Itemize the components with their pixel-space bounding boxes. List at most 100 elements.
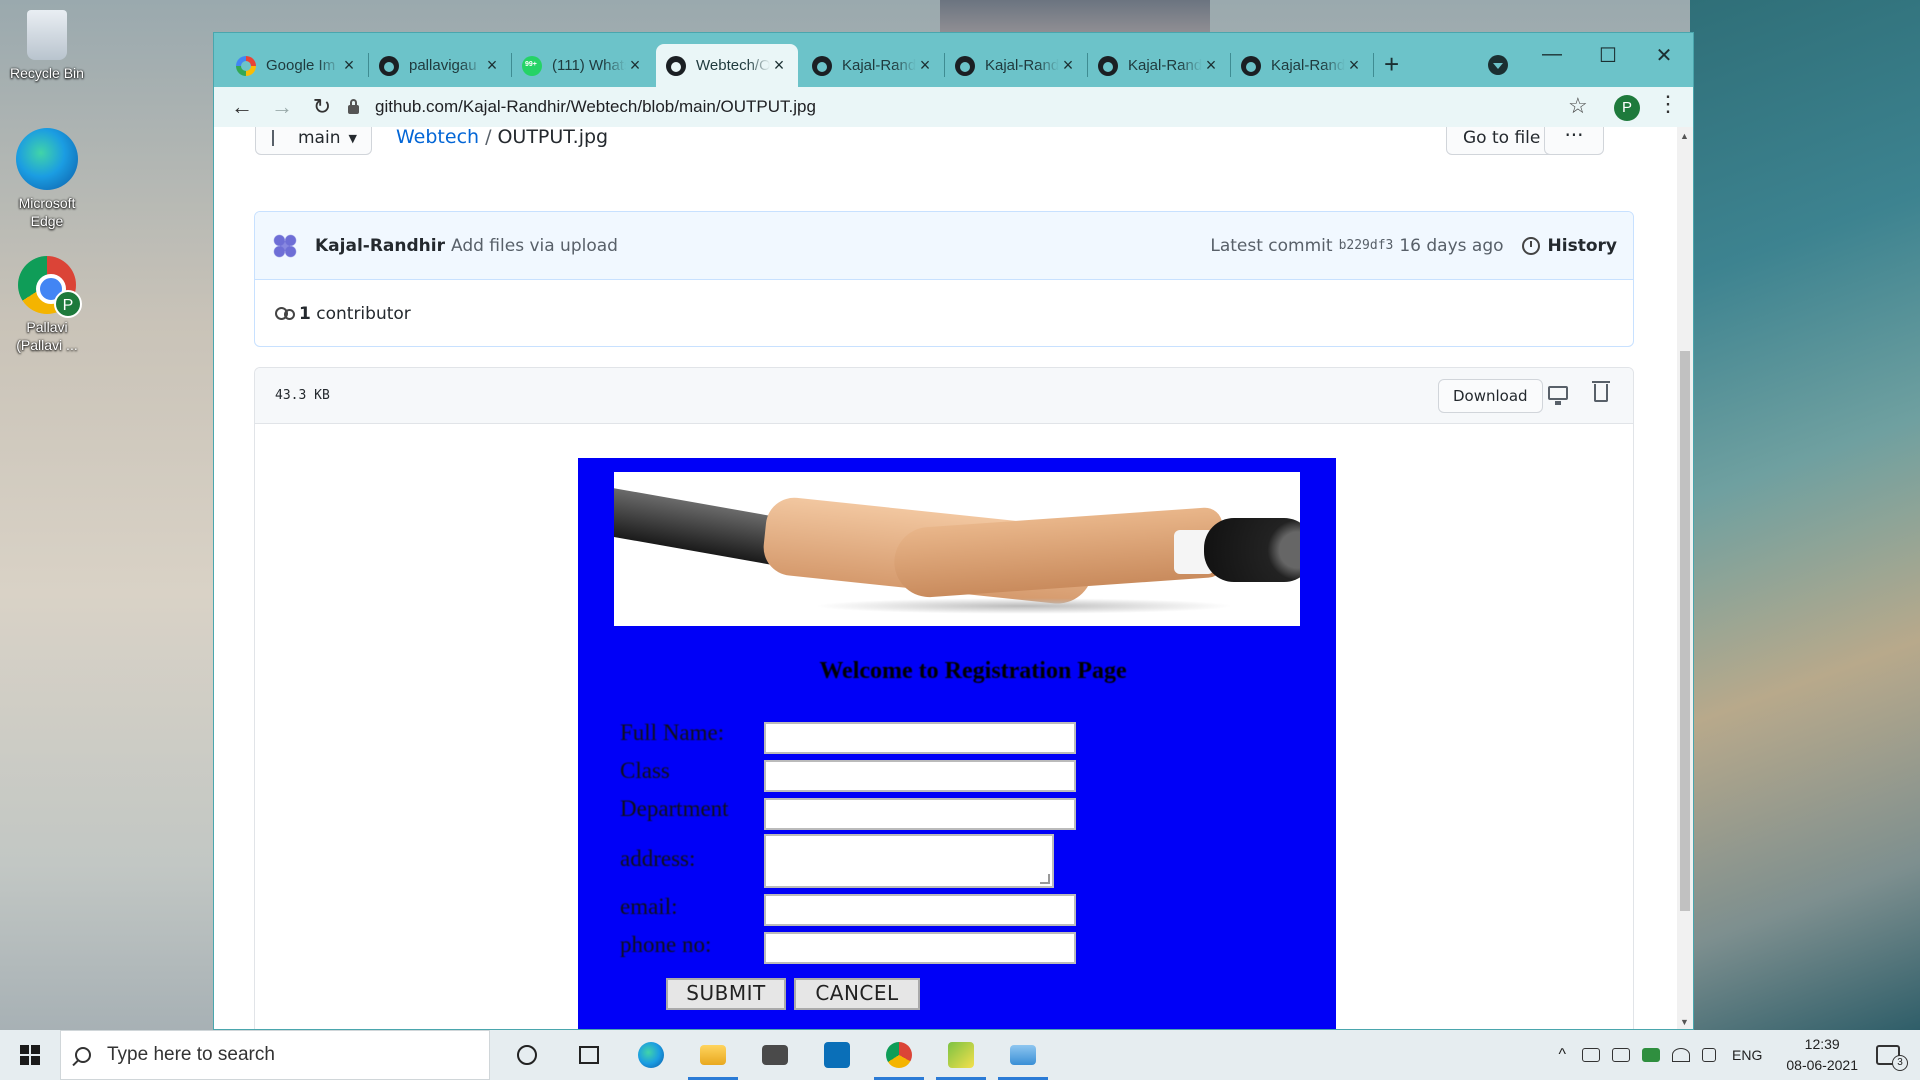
cloud-icon[interactable]	[1582, 1048, 1601, 1062]
field-email	[764, 894, 1076, 926]
paint-icon[interactable]	[930, 1030, 992, 1080]
clock-time: 12:39	[1804, 1036, 1840, 1052]
page-scrollbar[interactable]: ▲ ▼	[1677, 127, 1693, 1029]
battery-icon[interactable]	[1642, 1048, 1661, 1062]
scroll-down-icon[interactable]: ▼	[1680, 1017, 1689, 1027]
maximize-icon[interactable]: ☐	[1584, 43, 1632, 68]
tab-webtech-active[interactable]: Webtech/OUTPUT.jpg ×	[656, 44, 798, 87]
close-tab-icon[interactable]: ×	[770, 55, 788, 76]
commit-author[interactable]: Kajal-Randhir	[315, 236, 445, 256]
commit-message[interactable]: Add files via upload	[451, 236, 618, 256]
history-link[interactable]: History	[1521, 235, 1617, 256]
delete-icon[interactable]	[1592, 381, 1610, 402]
browser-menu-icon[interactable]: ⋮	[1657, 91, 1679, 117]
image-submit-button: SUBMIT	[666, 978, 786, 1010]
open-desktop-icon[interactable]	[1548, 386, 1568, 405]
cortana-icon[interactable]	[496, 1030, 558, 1080]
tab-kajal-2[interactable]: Kajal-Randhir ×	[945, 44, 1087, 87]
tab-google[interactable]: Google Im ×	[226, 44, 368, 87]
bookmark-star-icon[interactable]: ☆	[1568, 93, 1588, 119]
history-label: History	[1547, 235, 1617, 256]
volume-icon[interactable]	[1702, 1048, 1717, 1062]
contributor-label: contributor	[316, 304, 411, 324]
task-view-icon[interactable]	[558, 1030, 620, 1080]
taskbar-search[interactable]: Type here to search	[60, 1030, 490, 1080]
dell-icon[interactable]	[806, 1030, 868, 1080]
label-department: Department	[620, 796, 729, 821]
contributors-row[interactable]: 1 contributor	[255, 280, 1633, 346]
image-preview-area: Welcome to Registration Page Full Name: …	[255, 424, 1633, 1029]
scrollbar-thumb[interactable]	[1680, 351, 1690, 911]
tab-title: Kajal-Randhir	[842, 57, 916, 74]
contributor-count: 1	[299, 304, 311, 324]
language-indicator[interactable]: ENG	[1732, 1047, 1762, 1063]
repo-link[interactable]: Webtech	[396, 127, 479, 148]
chrome-profile-icon: P	[18, 256, 82, 318]
close-tab-icon[interactable]: ×	[1345, 55, 1363, 76]
close-tab-icon[interactable]: ×	[1059, 55, 1077, 76]
chrome-taskbar-icon[interactable]	[868, 1030, 930, 1080]
new-tab-icon[interactable]: +	[1384, 49, 1399, 80]
label-full-name: Full Name:	[620, 720, 725, 745]
file-size: 43.3 KB	[275, 388, 330, 403]
file-explorer-icon[interactable]	[682, 1030, 744, 1080]
tab-kajal-3[interactable]: Kajal-Randhir ×	[1088, 44, 1230, 87]
mail-icon[interactable]	[744, 1030, 806, 1080]
tab-github-pallavi[interactable]: pallavigau ×	[369, 44, 511, 87]
author-avatar[interactable]	[271, 231, 299, 260]
wifi-icon[interactable]	[1672, 1048, 1691, 1062]
start-button[interactable]	[0, 1030, 60, 1080]
back-icon[interactable]: ←	[224, 89, 260, 125]
desktop-icon-recycle-bin[interactable]: Recycle Bin	[4, 10, 90, 82]
notification-icon[interactable]: 3	[1876, 1045, 1908, 1071]
hand-shadow	[814, 598, 1234, 614]
breadcrumb: Webtech / OUTPUT.jpg	[396, 127, 608, 148]
github-icon	[812, 55, 832, 76]
tab-kajal-1[interactable]: Kajal-Randhir ×	[802, 44, 944, 87]
close-window-icon[interactable]: ✕	[1640, 43, 1688, 68]
tab-kajal-4[interactable]: Kajal-Randhir ×	[1231, 44, 1373, 87]
field-address	[764, 834, 1054, 888]
forward-icon[interactable]: →	[264, 89, 300, 125]
download-button[interactable]: Download	[1438, 379, 1543, 413]
tab-strip: Google Im × pallavigau × (111) WhatsApp …	[214, 33, 1693, 87]
edge-icon	[16, 128, 78, 190]
control-panel-icon[interactable]	[992, 1030, 1054, 1080]
close-tab-icon[interactable]: ×	[626, 55, 644, 76]
tab-title: pallavigau	[409, 57, 477, 74]
tab-separator	[1373, 53, 1374, 77]
label-address: address:	[620, 846, 696, 871]
github-icon	[666, 55, 686, 76]
device-icon[interactable]	[1612, 1048, 1631, 1062]
desktop-icon-label: Recycle Bin	[10, 65, 84, 81]
reload-icon[interactable]: ↻	[304, 89, 340, 125]
more-options-button[interactable]: ···	[1544, 127, 1604, 155]
desktop-icon-edge[interactable]: Microsoft Edge	[4, 128, 90, 230]
close-tab-icon[interactable]: ×	[340, 55, 358, 76]
close-tab-icon[interactable]: ×	[1202, 55, 1220, 76]
image-cancel-button: CANCEL	[794, 978, 920, 1010]
profile-avatar[interactable]: P	[1614, 95, 1640, 121]
scroll-up-icon[interactable]: ▲	[1680, 131, 1689, 141]
tab-whatsapp[interactable]: (111) WhatsApp ×	[512, 44, 654, 87]
label-email: email:	[620, 894, 678, 919]
lock-icon	[348, 98, 359, 114]
clock[interactable]: 12:39 08-06-2021	[1786, 1034, 1858, 1076]
system-tray: ^ ENG 12:39 08-06-2021 3	[1559, 1030, 1920, 1080]
github-icon	[1098, 55, 1118, 76]
minimize-icon[interactable]: —	[1528, 43, 1576, 66]
commit-sha[interactable]: b229df3	[1339, 238, 1394, 253]
close-tab-icon[interactable]: ×	[483, 55, 501, 76]
tab-search-icon[interactable]	[1488, 55, 1508, 75]
desktop-icon-chrome-profile[interactable]: P Pallavi (Pallavi ...	[4, 256, 90, 354]
search-placeholder: Type here to search	[107, 1044, 275, 1065]
notification-count: 3	[1892, 1055, 1908, 1071]
breadcrumb-separator: /	[485, 127, 492, 148]
branch-selector[interactable]: main ▼	[255, 127, 372, 155]
edge-taskbar-icon[interactable]	[620, 1030, 682, 1080]
go-to-file-button[interactable]: Go to file	[1446, 127, 1558, 155]
close-tab-icon[interactable]: ×	[916, 55, 934, 76]
file-header: 43.3 KB Download	[255, 368, 1633, 424]
address-bar[interactable]: github.com/Kajal-Randhir/Webtech/blob/ma…	[348, 91, 1348, 123]
chevron-up-icon[interactable]: ^	[1559, 1046, 1567, 1064]
